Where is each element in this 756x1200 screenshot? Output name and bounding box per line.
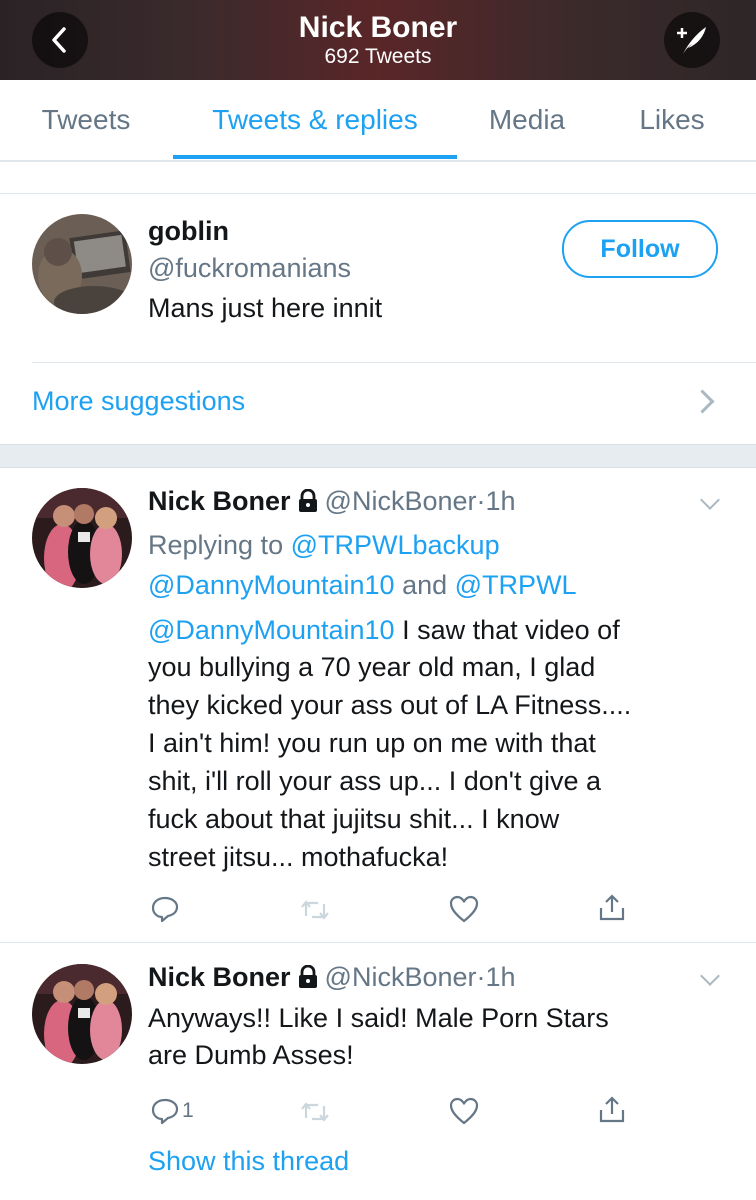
reply-button[interactable]	[150, 894, 180, 924]
reply-target-link[interactable]: @DannyMountain10	[148, 570, 395, 600]
tweet-author-name[interactable]: Nick Boner	[148, 486, 291, 516]
more-suggestions-link[interactable]: More suggestions	[32, 386, 245, 417]
avatar-image	[32, 964, 132, 1064]
tweet-menu-caret[interactable]	[700, 966, 720, 986]
suggestion-handle[interactable]: @fuckromanians	[148, 253, 351, 284]
section-separator	[0, 444, 756, 468]
tweet-count: 692 Tweets	[324, 45, 432, 68]
tweet-text-line: @DannyMountain10 I saw that video of	[148, 611, 620, 649]
tweet-time[interactable]: 1h	[486, 486, 516, 516]
retweet-icon	[301, 900, 329, 920]
tab-likes[interactable]: Likes	[612, 80, 732, 160]
tweet-avatar[interactable]	[32, 964, 132, 1064]
tweet-divider	[0, 942, 756, 943]
dot-separator: ·	[476, 962, 486, 992]
tweet-time[interactable]: 1h	[486, 962, 516, 992]
tweet-author-handle[interactable]: @NickBoner	[325, 962, 477, 992]
section-divider	[0, 193, 756, 194]
tweet-text: they kicked your ass out of LA Fitness..…	[148, 690, 632, 720]
tweet-header: Nick Boner @NickBoner·1h	[148, 486, 516, 517]
tweet-text: Anyways!! Like I said! Male Porn Stars	[148, 1003, 609, 1033]
share-button[interactable]	[596, 1094, 628, 1126]
replying-to-label: Replying to	[148, 530, 284, 560]
tweet-text: street jitsu... mothafucka!	[148, 842, 449, 872]
share-icon	[599, 894, 625, 921]
tweet-author-handle[interactable]: @NickBoner	[325, 486, 477, 516]
profile-tabs: Tweets Tweets & replies Media Likes	[0, 80, 756, 162]
reply-joiner: and	[402, 570, 448, 600]
mention-link[interactable]: @DannyMountain10	[148, 615, 395, 645]
retweet-icon	[301, 1102, 329, 1122]
tweet-text: are Dumb Asses!	[148, 1040, 354, 1070]
tab-tweets[interactable]: Tweets	[0, 80, 172, 160]
card-divider	[32, 362, 756, 363]
tweet-text: you bullying a 70 year old man, I glad	[148, 652, 596, 682]
suggestion-avatar[interactable]	[32, 214, 132, 314]
tweet-author-name[interactable]: Nick Boner	[148, 962, 291, 992]
suggestion-bio: Mans just here innit	[148, 293, 383, 323]
compose-tweet-icon	[677, 27, 706, 54]
avatar-image	[32, 214, 132, 314]
lock-icon	[298, 489, 317, 512]
avatar-image	[32, 488, 132, 588]
reply-count: 1	[182, 1099, 194, 1122]
tab-media[interactable]: Media	[466, 80, 588, 160]
tweet-header: Nick Boner @NickBoner·1h	[148, 962, 516, 993]
tweet-text: I saw that video of	[402, 615, 620, 645]
tweet-text: fuck about that jujitsu shit... I know	[148, 804, 560, 834]
like-button[interactable]	[448, 1096, 480, 1126]
reply-button[interactable]: 1	[150, 1096, 194, 1126]
profile-name-title: Nick Boner	[298, 11, 458, 44]
reply-target-link[interactable]: @TRPWL	[455, 570, 577, 600]
reply-icon	[151, 896, 179, 923]
reply-icon	[151, 1098, 179, 1125]
lock-icon	[298, 965, 317, 988]
heart-icon	[449, 895, 479, 923]
tweet-text: I ain't him! you run up on me with that	[148, 728, 596, 758]
share-button[interactable]	[596, 892, 628, 924]
replying-to-line: @DannyMountain10 and @TRPWL	[148, 566, 577, 604]
show-thread-link[interactable]: Show this thread	[148, 1142, 349, 1180]
tweet-avatar[interactable]	[32, 488, 132, 588]
profile-header: Nick Boner 692 Tweets	[0, 0, 756, 80]
share-icon	[599, 1096, 625, 1123]
retweet-button[interactable]	[298, 896, 332, 924]
tweet-text: shit, i'll roll your ass up... I don't g…	[148, 766, 602, 796]
suggestion-name[interactable]: goblin	[148, 216, 229, 247]
follow-button[interactable]: Follow	[562, 220, 718, 278]
replying-to-line: Replying to @TRPWLbackup	[148, 526, 500, 564]
chevron-right-icon	[690, 389, 715, 414]
like-button[interactable]	[448, 894, 480, 924]
dot-separator: ·	[476, 486, 486, 516]
heart-icon	[449, 1097, 479, 1125]
active-tab-indicator	[173, 155, 457, 159]
retweet-button[interactable]	[298, 1098, 332, 1126]
reply-target-link[interactable]: @TRPWLbackup	[291, 530, 500, 560]
tab-tweets-and-replies[interactable]: Tweets & replies	[173, 80, 457, 160]
tweet-menu-caret[interactable]	[700, 490, 720, 510]
compose-button[interactable]	[664, 12, 720, 68]
